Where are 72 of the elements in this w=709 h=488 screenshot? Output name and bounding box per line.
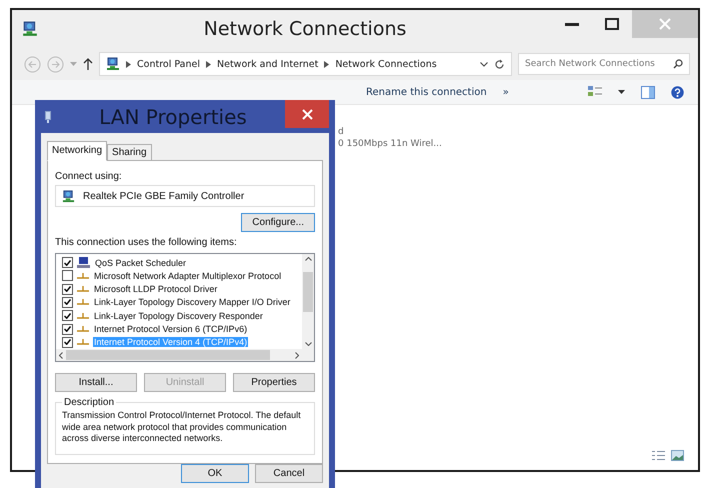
network-connections-icon (106, 57, 120, 71)
protocol-icon (77, 325, 89, 334)
dialog-button[interactable]: Cancel (255, 464, 323, 483)
preview-pane-icon[interactable] (641, 86, 655, 98)
protocol-icon (77, 285, 89, 294)
checkbox[interactable] (62, 296, 73, 308)
field-label: Connect using: (55, 171, 123, 182)
scroll-down-icon[interactable] (304, 342, 312, 346)
vertical-scrollbar[interactable] (302, 254, 314, 349)
maximize-icon[interactable] (605, 18, 619, 30)
list-item[interactable]: Internet Protocol Version 6 (TCP/IPv6) (93, 324, 248, 334)
large-icons-view-icon[interactable] (671, 450, 684, 460)
dialog-button[interactable]: OK (181, 464, 249, 483)
close-icon (302, 108, 312, 120)
refresh-icon[interactable] (494, 58, 505, 70)
window-title: Network Connections (202, 18, 408, 40)
network-connections-icon (22, 21, 38, 37)
list-item[interactable]: Link-Layer Topology Discovery Responder (93, 310, 264, 321)
checkbox[interactable] (62, 270, 73, 282)
details-view-icon[interactable] (652, 450, 665, 460)
computer-icon (77, 256, 90, 269)
dialog-title: LAN Properties (98, 104, 248, 128)
close-icon (659, 18, 671, 30)
list-item[interactable]: Link-Layer Topology Discovery Mapper I/O Driver (93, 297, 292, 308)
checkbox[interactable] (62, 324, 73, 335)
network-adapter-icon (45, 110, 51, 122)
list-item[interactable]: Microsoft Network Adapter Multiplexor Protocol (93, 270, 282, 281)
horizontal-scrollbar[interactable] (56, 349, 302, 361)
field-label: This connection uses the following items: (55, 237, 238, 248)
protocol-icon (77, 338, 89, 346)
check-icon (64, 260, 71, 266)
description-text: Transmission Control Protocol/Internet Protocol. The default wide area network protocol that provides communication across diverse interconnected networks. (62, 410, 302, 444)
breadcrumb-arrow-icon (324, 60, 330, 68)
tab[interactable]: Sharing (107, 144, 152, 161)
command-button[interactable]: Rename this connection (366, 86, 487, 98)
caret-icon[interactable] (618, 90, 625, 94)
protocol-icon (77, 298, 89, 306)
configure-button[interactable]: Configure... (241, 213, 315, 232)
breadcrumb[interactable]: Network Connections (335, 58, 437, 70)
action-button[interactable]: Install... (55, 373, 137, 392)
adapter-name: Realtek PCIe GBE Family Controller (83, 190, 244, 202)
network-adapter-icon (62, 190, 75, 202)
scroll-right-icon[interactable] (295, 352, 299, 358)
help-icon[interactable] (671, 86, 684, 98)
checkbox[interactable] (62, 336, 73, 348)
scroll-left-icon[interactable] (59, 352, 63, 358)
connection-detail: 0 150Mbps 11n Wirel... (338, 139, 443, 149)
more-commands-button[interactable]: » (502, 86, 509, 98)
minimize-icon[interactable] (565, 22, 579, 26)
search-field[interactable]: Search Network Connections (518, 53, 690, 75)
list-item[interactable]: Microsoft LLDP Protocol Driver (93, 284, 218, 294)
chevron-icon[interactable] (480, 62, 488, 66)
breadcrumb-arrow-icon (206, 60, 211, 68)
scroll-up-icon[interactable] (304, 257, 312, 261)
protocol-icon (77, 272, 89, 280)
group-title: Description (63, 397, 116, 408)
breadcrumb[interactable]: Control Panel (137, 58, 200, 70)
view-options-icon[interactable] (588, 86, 602, 98)
checkbox[interactable] (62, 284, 73, 295)
address-field[interactable]: Control Panel Network and Internet Network Connections (99, 52, 512, 76)
connection-detail: d (338, 127, 345, 137)
checkbox[interactable] (62, 257, 73, 268)
tab[interactable]: Networking (47, 141, 108, 161)
action-button[interactable]: Properties (233, 373, 315, 392)
search-icon[interactable] (673, 59, 683, 69)
checkbox[interactable] (62, 310, 73, 322)
up-arrow-icon[interactable] (83, 58, 93, 70)
breadcrumb[interactable]: Network and Internet (217, 58, 318, 70)
protocol-icon (77, 312, 89, 320)
breadcrumb-arrow-icon (126, 60, 131, 68)
list-item[interactable]: QoS Packet Scheduler (94, 258, 188, 268)
close-button[interactable] (285, 100, 329, 128)
